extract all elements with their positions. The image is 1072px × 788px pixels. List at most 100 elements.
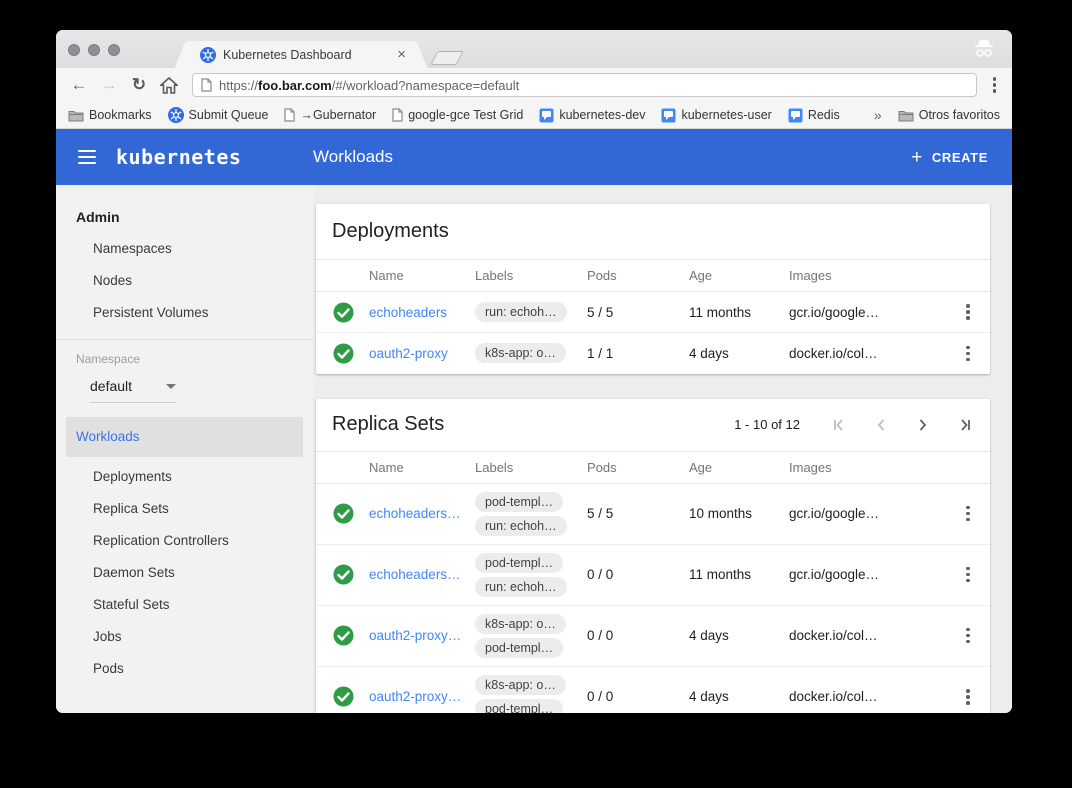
first-page-icon[interactable]: [830, 416, 848, 434]
sidebar-item-namespaces[interactable]: Namespaces: [56, 233, 313, 265]
pods-cell: 5 / 5: [587, 483, 689, 544]
resource-name-link[interactable]: oauth2-proxy…: [369, 628, 461, 643]
label-chip: run: echoh…: [475, 302, 567, 322]
resource-name-link[interactable]: oauth2-proxy…: [369, 689, 461, 704]
age-cell: 4 days: [689, 605, 789, 666]
column-header: Labels: [475, 451, 587, 483]
plus-icon: +: [911, 148, 923, 167]
window-controls[interactable]: [68, 44, 120, 56]
sidebar-divider: [56, 339, 313, 340]
label-chip: pod-templ…: [475, 638, 563, 658]
page-icon: [201, 78, 212, 92]
namespace-selected-value: default: [90, 378, 132, 394]
last-page-icon[interactable]: [956, 416, 974, 434]
label-chip: run: echoh…: [475, 577, 567, 597]
column-header: Name: [369, 451, 475, 483]
browser-toolbar: ← → ↻ https://foo.bar.com/#/workload?nam…: [56, 68, 1012, 102]
sidebar-item-deployments[interactable]: Deployments: [56, 461, 313, 493]
images-cell: docker.io/col…: [789, 666, 946, 713]
browser-tab[interactable]: Kubernetes Dashboard ×: [188, 41, 414, 68]
row-menu-icon[interactable]: [946, 628, 990, 644]
chat-icon: [661, 108, 676, 123]
bookmark-label: kubernetes-user: [681, 108, 771, 122]
sidebar-item-daemon-sets[interactable]: Daemon Sets: [56, 557, 313, 589]
other-bookmarks-folder[interactable]: Otros favoritos: [898, 108, 1000, 122]
row-menu-icon[interactable]: [946, 506, 990, 522]
tab-close-icon[interactable]: ×: [397, 47, 406, 62]
namespace-label: Namespace: [56, 352, 313, 366]
incognito-icon: [972, 38, 996, 65]
forward-button[interactable]: →: [96, 75, 122, 95]
main-content: Deployments NameLabelsPodsAgeImages echo…: [313, 185, 1012, 713]
zoom-window-button[interactable]: [108, 44, 120, 56]
column-header: Images: [789, 451, 946, 483]
replica-sets-card-title: Replica Sets: [332, 413, 734, 436]
page-icon: [392, 108, 403, 122]
resource-name-link[interactable]: echoheaders…: [369, 506, 461, 521]
bookmark-item[interactable]: kubernetes-user: [661, 108, 771, 123]
create-button[interactable]: + CREATE: [911, 148, 988, 167]
sidebar-item-persistent-volumes[interactable]: Persistent Volumes: [56, 297, 313, 329]
minimize-window-button[interactable]: [88, 44, 100, 56]
age-cell: 4 days: [689, 666, 789, 713]
resource-name-link[interactable]: oauth2-proxy: [369, 346, 448, 361]
deployments-card-title: Deployments: [332, 220, 974, 243]
column-header: Age: [689, 451, 789, 483]
row-menu-icon[interactable]: [946, 689, 990, 705]
label-chip: pod-templ…: [475, 699, 563, 713]
page-icon: [284, 108, 295, 122]
bookmarks-overflow-icon[interactable]: »: [874, 107, 882, 123]
table-row: oauth2-proxyk8s-app: o…1 / 14 daysdocker…: [316, 333, 990, 374]
table-row: echoheaders…pod-templ…run: echoh…5 / 510…: [316, 483, 990, 544]
address-bar[interactable]: https://foo.bar.com/#/workload?namespace…: [192, 73, 977, 97]
status-ok-icon: [333, 564, 369, 585]
row-menu-icon[interactable]: [946, 346, 990, 362]
sidebar-item-replication-controllers[interactable]: Replication Controllers: [56, 525, 313, 557]
sidebar-item-workloads[interactable]: Workloads: [66, 417, 303, 457]
folder-icon: [898, 109, 914, 122]
age-cell: 4 days: [689, 333, 789, 374]
sidebar-item-jobs[interactable]: Jobs: [56, 621, 313, 653]
close-window-button[interactable]: [68, 44, 80, 56]
age-cell: 11 months: [689, 292, 789, 333]
images-cell: docker.io/col…: [789, 333, 946, 374]
resource-name-link[interactable]: echoheaders…: [369, 567, 461, 582]
pagination-range: 1 - 10 of 12: [734, 417, 800, 432]
bookmark-item[interactable]: google-gce Test Grid: [392, 108, 523, 122]
sidebar-item-pods[interactable]: Pods: [56, 653, 313, 685]
browser-menu-button[interactable]: [987, 73, 1003, 97]
row-menu-icon[interactable]: [946, 304, 990, 320]
bookmark-label: Submit Queue: [189, 108, 269, 122]
pods-cell: 0 / 0: [587, 544, 689, 605]
bookmark-label: kubernetes-dev: [559, 108, 645, 122]
previous-page-icon[interactable]: [872, 416, 890, 434]
title-bar: Kubernetes Dashboard ×: [56, 30, 1012, 68]
namespace-select[interactable]: default: [90, 378, 176, 403]
bookmark-item[interactable]: →Gubernator: [284, 108, 376, 122]
bookmark-label: Bookmarks: [89, 108, 152, 122]
bookmark-item[interactable]: Bookmarks: [68, 108, 152, 122]
bookmark-item[interactable]: Redis: [788, 108, 840, 123]
sidebar-item-nodes[interactable]: Nodes: [56, 265, 313, 297]
back-button[interactable]: ←: [66, 75, 92, 95]
row-menu-icon[interactable]: [946, 567, 990, 583]
sidebar-item-replica-sets[interactable]: Replica Sets: [56, 493, 313, 525]
sidebar-item-stateful-sets[interactable]: Stateful Sets: [56, 589, 313, 621]
status-ok-icon: [333, 625, 369, 646]
replica-sets-table: NameLabelsPodsAgeImages echoheaders…pod-…: [316, 451, 990, 714]
reload-button[interactable]: ↻: [126, 75, 152, 95]
kubernetes-logo: kubernetes: [116, 145, 241, 169]
status-ok-icon: [333, 302, 369, 323]
label-chip: pod-templ…: [475, 553, 563, 573]
label-chip: pod-templ…: [475, 492, 563, 512]
bookmark-label: google-gce Test Grid: [408, 108, 523, 122]
next-page-icon[interactable]: [914, 416, 932, 434]
resource-name-link[interactable]: echoheaders: [369, 305, 447, 320]
new-tab-button[interactable]: [430, 51, 463, 65]
bookmark-item[interactable]: Submit Queue: [168, 107, 269, 123]
status-ok-icon: [333, 343, 369, 364]
home-button[interactable]: [156, 77, 182, 94]
bookmark-label: Otros favoritos: [919, 108, 1000, 122]
hamburger-menu-icon[interactable]: [78, 150, 96, 165]
bookmark-item[interactable]: kubernetes-dev: [539, 108, 645, 123]
